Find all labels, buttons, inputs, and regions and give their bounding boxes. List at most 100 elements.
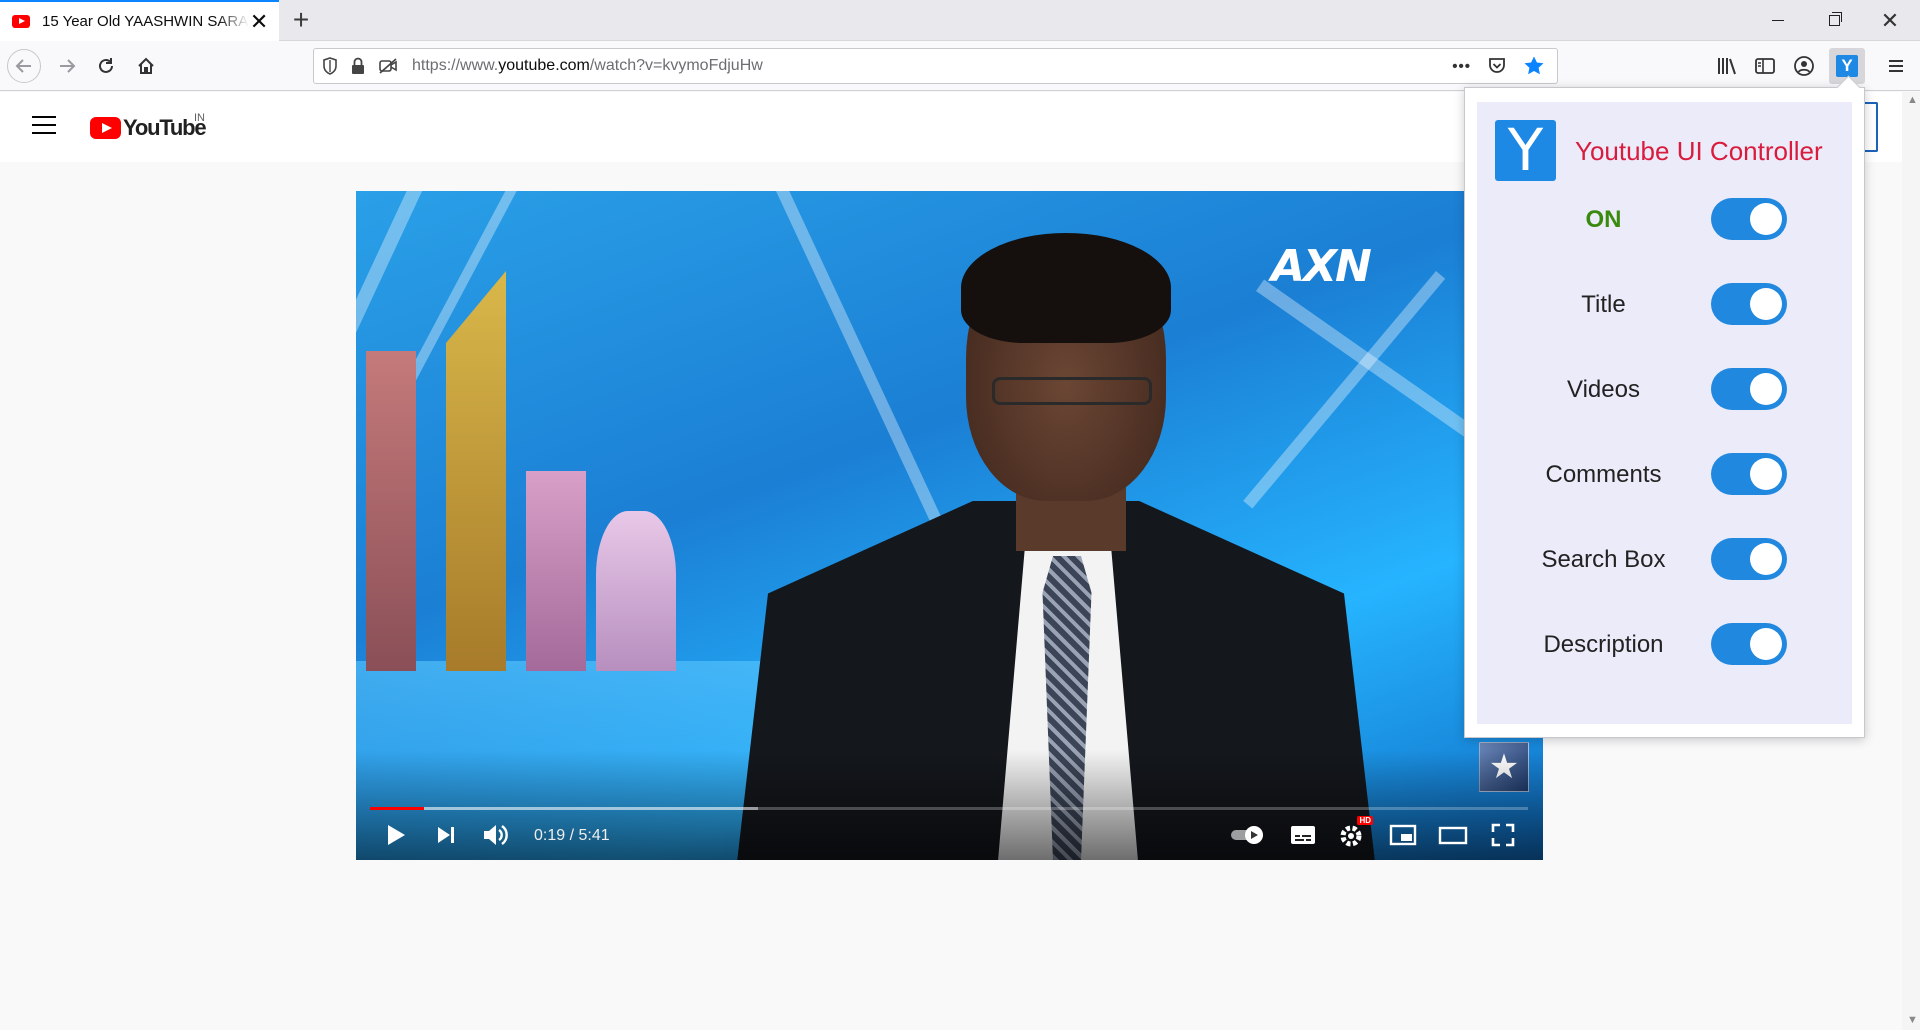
toggle-switch-search-box[interactable] <box>1711 538 1787 580</box>
window-restore-button[interactable] <box>1806 0 1862 41</box>
back-arrow-icon <box>15 59 31 73</box>
play-button[interactable] <box>378 820 414 850</box>
hamburger-menu-icon <box>1889 60 1903 72</box>
library-icon <box>1718 58 1736 75</box>
toggle-switch-videos[interactable] <box>1711 368 1787 410</box>
progress-bar[interactable] <box>370 807 1528 810</box>
settings-button[interactable]: HD <box>1335 816 1373 850</box>
toggle-row-on: ON <box>1477 198 1852 242</box>
youtube-favicon-icon <box>12 15 30 28</box>
toggle-row-comments: Comments <box>1477 453 1852 497</box>
browser-tab-active[interactable]: 15 Year Old YAASHWIN SARAWANAN ✕ <box>0 0 279 41</box>
toggle-knob <box>1750 628 1782 660</box>
youtube-play-logo-icon <box>90 117 121 139</box>
scroll-down-arrow-icon[interactable]: ▼ <box>1907 1014 1918 1026</box>
forward-arrow-icon <box>60 59 76 73</box>
volume-icon <box>484 825 508 845</box>
scroll-up-arrow-icon[interactable]: ▲ <box>1907 94 1918 106</box>
url-bar[interactable]: https://www.youtube.com/watch?v=kvymoFdj… <box>313 48 1558 84</box>
toggle-knob <box>1750 543 1782 575</box>
captions-icon <box>1291 826 1315 844</box>
url-domain: youtube.com <box>498 57 590 74</box>
captions-button[interactable] <box>1285 820 1321 850</box>
extension-popup: Y Youtube UI Controller ON Title Videos Com… <box>1464 87 1865 738</box>
account-icon <box>1794 56 1814 76</box>
play-icon <box>388 825 405 845</box>
video-player[interactable]: AXN ★ 0:19 / 5:41 HD <box>356 191 1543 860</box>
mute-button[interactable] <box>476 820 516 850</box>
toggle-row-description: Description <box>1477 623 1852 667</box>
autoplay-toggle-icon <box>1231 826 1263 844</box>
forward-button[interactable] <box>50 49 84 83</box>
progress-buffered <box>370 807 758 810</box>
navigation-toolbar: https://www.youtube.com/watch?v=kvymoFdj… <box>0 41 1920 91</box>
reload-button[interactable] <box>89 49 123 83</box>
fullscreen-icon <box>1491 823 1515 847</box>
window-minimize-button[interactable] <box>1750 0 1806 41</box>
account-button[interactable] <box>1791 53 1817 79</box>
tab-strip: 15 Year Old YAASHWIN SARAWANAN ✕ + ✕ <box>0 0 1920 41</box>
next-icon <box>438 827 454 843</box>
toggle-label: Search Box <box>1541 546 1666 573</box>
tab-title: 15 Year Old YAASHWIN SARAWANAN <box>42 13 249 30</box>
toggle-switch-on[interactable] <box>1711 198 1787 240</box>
toggle-row-title: Title <box>1477 283 1852 327</box>
country-code: IN <box>194 112 205 124</box>
miniplayer-icon <box>1389 824 1417 846</box>
toggle-label: Description <box>1543 631 1664 658</box>
toggle-knob <box>1750 203 1782 235</box>
tab-close-icon[interactable]: ✕ <box>249 10 269 33</box>
toggle-switch-comments[interactable] <box>1711 453 1787 495</box>
extension-logo-icon: Y <box>1495 120 1556 181</box>
toggle-switch-title[interactable] <box>1711 283 1787 325</box>
url-path: /watch?v=kvymoFdjuHw <box>589 57 763 74</box>
url-text[interactable]: https://www.youtube.com/watch?v=kvymoFdj… <box>412 57 763 75</box>
shield-icon[interactable] <box>322 57 338 75</box>
progress-played <box>370 807 425 810</box>
theater-mode-button[interactable] <box>1435 820 1471 850</box>
home-button[interactable] <box>129 49 163 83</box>
bookmark-star-icon[interactable] <box>1523 55 1545 77</box>
pocket-icon[interactable] <box>1487 56 1507 76</box>
camera-blocked-icon[interactable] <box>378 57 398 75</box>
hd-badge: HD <box>1357 816 1373 825</box>
presenter-glasses <box>992 377 1152 405</box>
settings-gear-icon <box>1340 825 1362 847</box>
app-menu-button[interactable] <box>1883 53 1909 79</box>
toggle-switch-description[interactable] <box>1711 623 1787 665</box>
toggle-knob <box>1750 373 1782 405</box>
toggle-label: ON <box>1585 206 1622 233</box>
toggle-knob <box>1750 288 1782 320</box>
page-actions-button[interactable]: ••• <box>1452 58 1471 75</box>
youtube-logo[interactable]: YouTube <box>90 115 207 141</box>
lock-icon[interactable] <box>350 57 366 75</box>
sidebar-button[interactable] <box>1752 53 1778 79</box>
next-button[interactable] <box>428 820 464 850</box>
fullscreen-button[interactable] <box>1485 820 1521 850</box>
home-icon <box>138 57 154 74</box>
toggle-knob <box>1750 458 1782 490</box>
extension-popup-panel: Y Youtube UI Controller ON Title Videos Com… <box>1477 102 1852 724</box>
toggle-label: Title <box>1581 291 1626 318</box>
reload-icon <box>99 58 113 73</box>
url-prefix: https://www. <box>412 57 499 74</box>
youtube-guide-menu-icon[interactable] <box>32 116 56 134</box>
page-scrollbar[interactable]: ▲ ▼ <box>1902 92 1920 1030</box>
autoplay-toggle[interactable] <box>1226 820 1270 850</box>
miniplayer-button[interactable] <box>1385 820 1421 850</box>
stage-light-stripe <box>776 191 948 536</box>
toggle-label: Videos <box>1567 376 1640 403</box>
new-tab-button[interactable]: + <box>286 6 316 36</box>
presenter-hair <box>961 233 1171 343</box>
library-button[interactable] <box>1714 53 1740 79</box>
extension-y-icon: Y <box>1836 55 1858 77</box>
time-display: 0:19 / 5:41 <box>534 827 610 844</box>
toggle-row-videos: Videos <box>1477 368 1852 412</box>
back-button[interactable] <box>7 49 41 83</box>
extension-popup-title: Youtube UI Controller <box>1575 136 1823 166</box>
axn-watermark: AXN <box>1271 241 1372 292</box>
sidebar-icon <box>1755 58 1775 74</box>
window-close-button[interactable]: ✕ <box>1862 0 1918 41</box>
toggle-label: Comments <box>1545 461 1662 488</box>
toggle-row-search-box: Search Box <box>1477 538 1852 582</box>
